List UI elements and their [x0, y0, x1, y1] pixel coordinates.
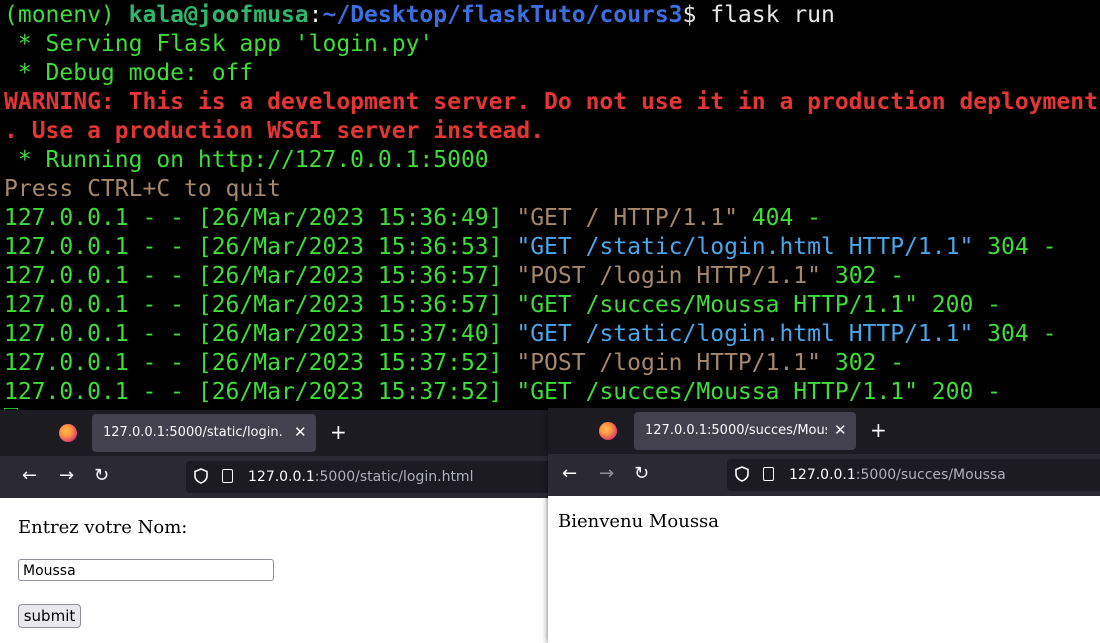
firefox-logo-icon[interactable]: [59, 424, 77, 442]
name-input[interactable]: Moussa: [18, 559, 274, 581]
tab-title: 127.0.0.1:5000/static/login.h: [103, 425, 283, 440]
prompt-dollar: $: [682, 2, 711, 28]
log-request: "GET /static/login.html HTTP/1.1": [516, 234, 974, 260]
log-status: 200 -: [917, 379, 1002, 405]
log-line: 127.0.0.1 - - [26/Mar/2023 15:37:52] "GE…: [4, 378, 1001, 407]
submit-button[interactable]: submit: [18, 604, 81, 628]
log-prefix: 127.0.0.1 - - [26/Mar/2023 15:37:40]: [4, 321, 517, 347]
prompt-path: ~/Desktop/flaskTuto/cours3: [322, 2, 683, 28]
url-text: 127.0.0.1:5000/static/login.html: [248, 469, 473, 485]
reload-icon[interactable]: ↻: [634, 463, 649, 484]
prompt-command: flask run: [710, 2, 835, 28]
log-line: 127.0.0.1 - - [26/Mar/2023 15:36:49] "GE…: [4, 204, 821, 233]
log-status: 302 -: [821, 350, 905, 376]
log-prefix: 127.0.0.1 - - [26/Mar/2023 15:36:57]: [4, 292, 517, 318]
url-bar[interactable]: 127.0.0.1:5000/static/login.html: [186, 461, 549, 493]
close-icon[interactable]: ✕: [834, 421, 847, 439]
log-line: 127.0.0.1 - - [26/Mar/2023 15:37:52] "PO…: [4, 349, 904, 378]
url-host: 127.0.0.1: [789, 467, 856, 483]
log-prefix: 127.0.0.1 - - [26/Mar/2023 15:36:53]: [4, 234, 517, 260]
shield-icon[interactable]: [735, 466, 749, 482]
log-prefix: 127.0.0.1 - - [26/Mar/2023 15:37:52]: [4, 350, 517, 376]
tab-title: 127.0.0.1:5000/succes/Mous: [645, 423, 827, 438]
firefox-logo-icon[interactable]: [599, 422, 617, 440]
prompt-separator: :: [308, 2, 323, 28]
forward-icon[interactable]: →: [59, 465, 74, 486]
tab-bar: 127.0.0.1:5000/succes/Mous ✕ +: [548, 408, 1100, 454]
page-icon[interactable]: [222, 469, 233, 483]
quit-hint-line: Press CTRL+C to quit: [4, 176, 281, 202]
name-label: Entrez votre Nom:: [18, 517, 188, 538]
url-text: 127.0.0.1:5000/succes/Moussa: [789, 467, 1006, 483]
new-tab-icon[interactable]: +: [330, 420, 347, 444]
log-request: "POST /login HTTP/1.1": [516, 350, 821, 376]
log-line: 127.0.0.1 - - [26/Mar/2023 15:36:57] "GE…: [4, 291, 1001, 320]
url-host: 127.0.0.1: [248, 469, 315, 485]
url-path: :5000/static/login.html: [314, 469, 474, 485]
terminal-prompt-line: (monenv) kala@joofmusa:~/Desktop/flaskTu…: [4, 1, 835, 30]
tab-login[interactable]: 127.0.0.1:5000/static/login.h ✕: [92, 414, 316, 452]
log-line: 127.0.0.1 - - [26/Mar/2023 15:36:57] "PO…: [4, 262, 904, 291]
log-status: 200 -: [917, 292, 1002, 318]
close-icon[interactable]: ✕: [294, 423, 307, 441]
log-line: 127.0.0.1 - - [26/Mar/2023 15:37:40] "GE…: [4, 320, 1056, 349]
warning-line-2: . Use a production WSGI server instead.: [4, 118, 545, 144]
browser-window-success: 127.0.0.1:5000/succes/Mous ✕ + ← → ↻ 127…: [548, 408, 1100, 643]
log-prefix: 127.0.0.1 - - [26/Mar/2023 15:36:57]: [4, 263, 517, 289]
log-status: 302 -: [821, 263, 905, 289]
reload-icon[interactable]: ↻: [94, 465, 109, 486]
log-status: 404 -: [737, 205, 822, 231]
url-path: :5000/succes/Moussa: [855, 467, 1006, 483]
new-tab-icon[interactable]: +: [870, 418, 887, 442]
serving-line: * Serving Flask app 'login.py': [4, 31, 434, 57]
forward-icon[interactable]: →: [599, 463, 614, 484]
nav-bar: ← → ↻ 127.0.0.1:5000/static/login.html: [0, 456, 549, 498]
prompt-user-host: kala@joofmusa: [128, 2, 309, 28]
browser-window-login: 127.0.0.1:5000/static/login.h ✕ + ← → ↻ …: [0, 410, 549, 643]
nav-bar: ← → ↻ 127.0.0.1:5000/succes/Moussa: [548, 454, 1100, 496]
log-request: "GET /static/login.html HTTP/1.1": [516, 321, 974, 347]
back-icon[interactable]: ←: [562, 463, 577, 484]
shield-icon[interactable]: [194, 468, 208, 484]
tab-success[interactable]: 127.0.0.1:5000/succes/Mous ✕: [634, 412, 856, 450]
tab-bar: 127.0.0.1:5000/static/login.h ✕ +: [0, 410, 549, 456]
prompt-env: (monenv): [4, 2, 129, 28]
back-icon[interactable]: ←: [22, 465, 37, 486]
welcome-message: Bienvenu Moussa: [558, 511, 720, 532]
log-status: 304 -: [973, 234, 1057, 260]
log-line: 127.0.0.1 - - [26/Mar/2023 15:36:53] "GE…: [4, 233, 1056, 262]
log-request: "POST /login HTTP/1.1": [516, 263, 821, 289]
log-request: "GET /succes/Moussa HTTP/1.1": [516, 379, 918, 405]
running-line: * Running on http://127.0.0.1:5000: [4, 147, 489, 173]
log-prefix: 127.0.0.1 - - [26/Mar/2023 15:37:52]: [4, 379, 517, 405]
url-bar[interactable]: 127.0.0.1:5000/succes/Moussa: [727, 459, 1100, 491]
warning-line-1: WARNING: This is a development server. D…: [4, 89, 1098, 115]
log-status: 304 -: [973, 321, 1057, 347]
log-request: "GET / HTTP/1.1": [516, 205, 738, 231]
log-prefix: 127.0.0.1 - - [26/Mar/2023 15:36:49]: [4, 205, 517, 231]
debug-line: * Debug mode: off: [4, 60, 254, 86]
log-request: "GET /succes/Moussa HTTP/1.1": [516, 292, 918, 318]
page-icon[interactable]: [763, 467, 774, 481]
